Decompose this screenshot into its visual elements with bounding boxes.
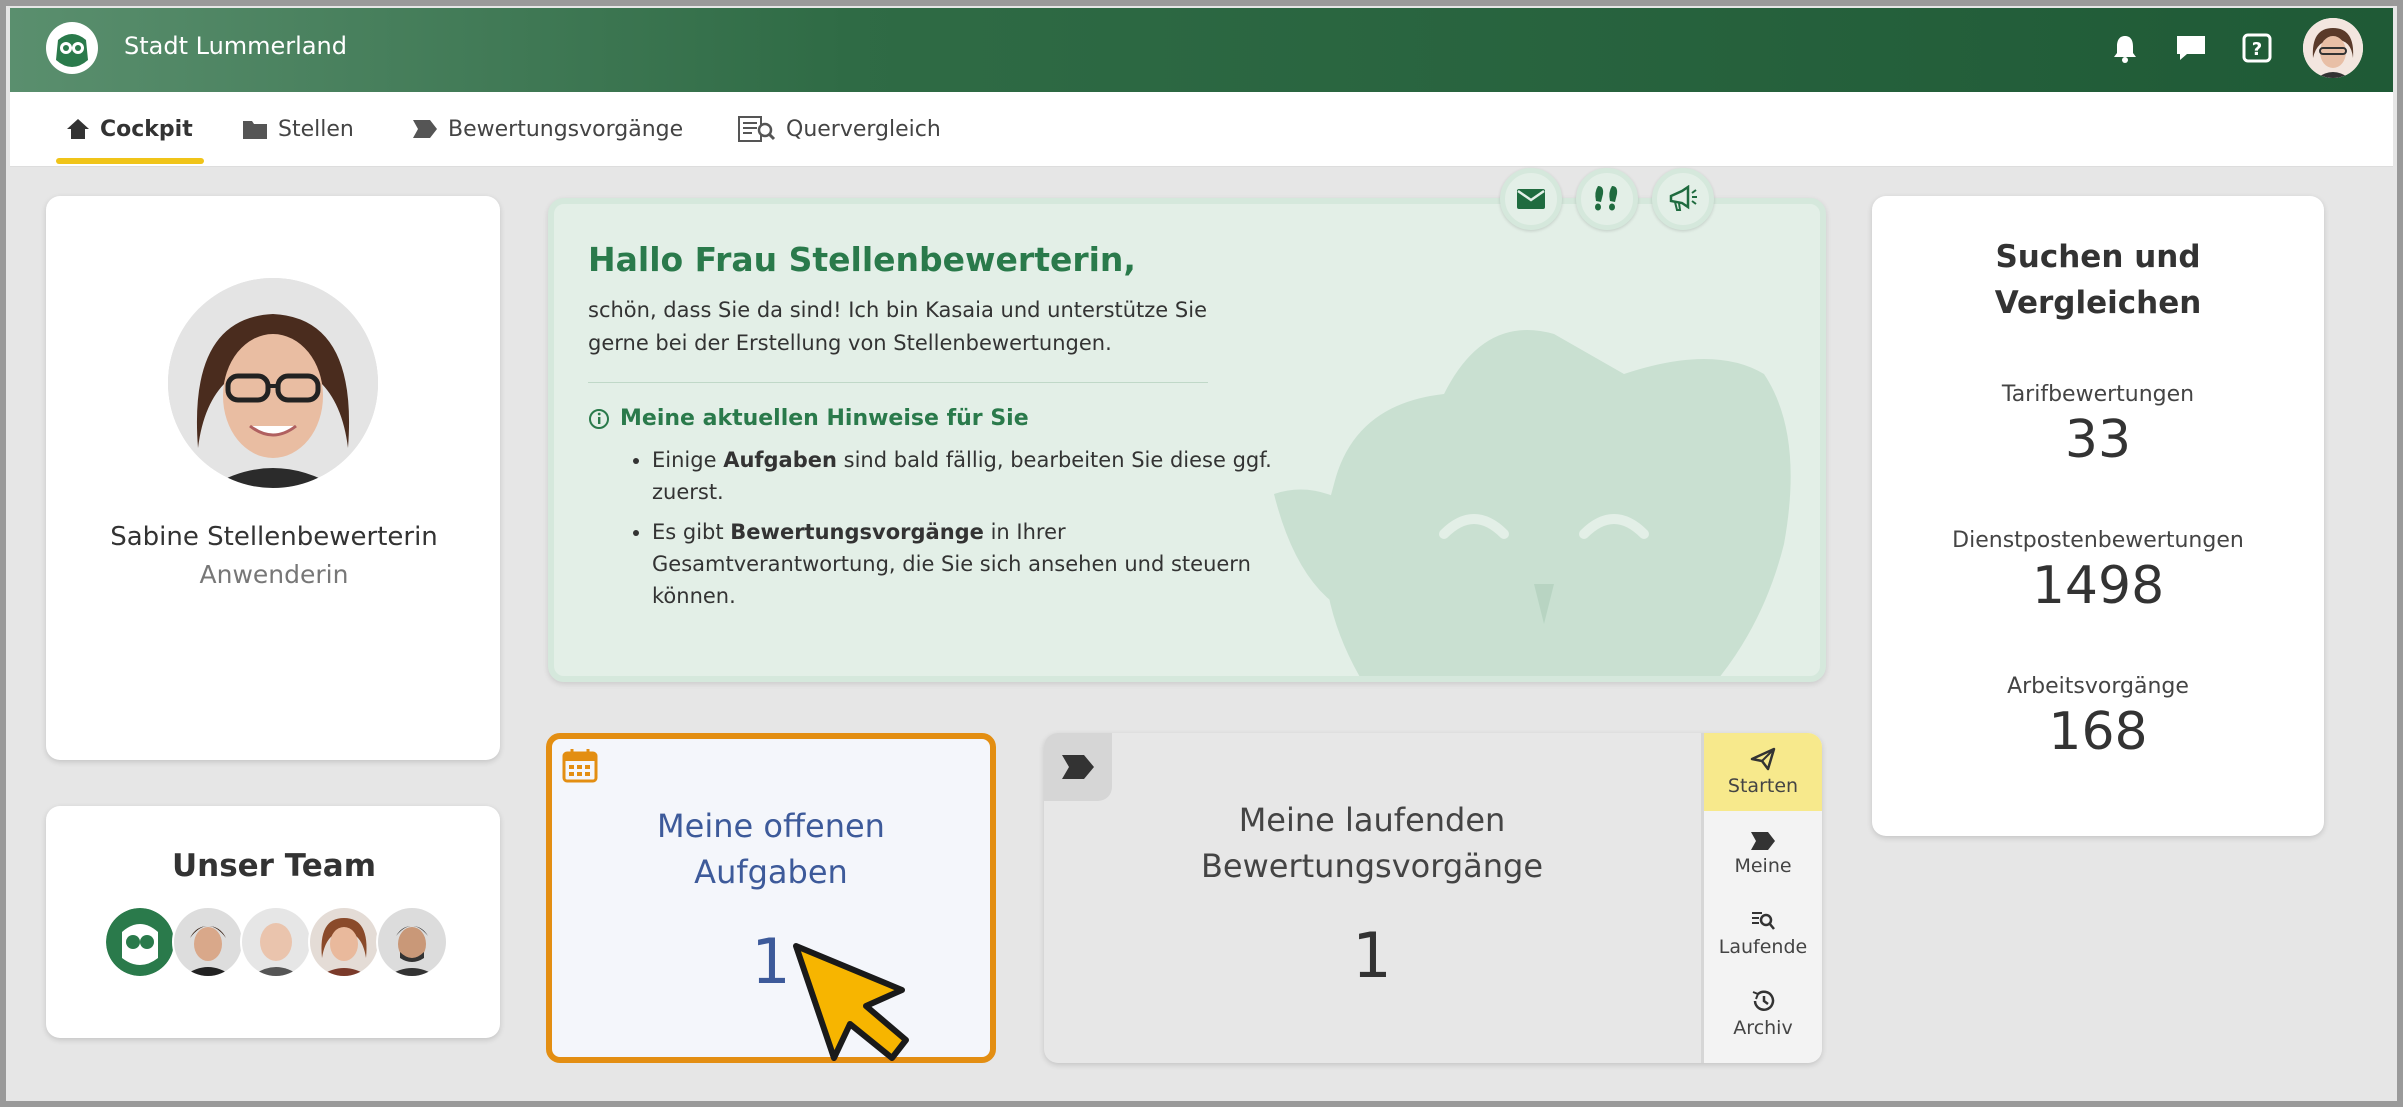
tab-stellen[interactable]: Stellen (242, 114, 354, 144)
open-tasks-card[interactable]: Meine offenen Aufgaben 1 (546, 733, 996, 1063)
profile-name: Sabine Stellenbewerterin (110, 522, 438, 552)
folder-icon (243, 121, 267, 139)
mine-button[interactable]: Meine (1704, 815, 1822, 893)
tab-label: Cockpit (100, 116, 193, 142)
bell-icon[interactable] (2105, 28, 2145, 68)
profile-role: Anwenderin (199, 560, 349, 589)
tasks-title-line: Aufgaben (694, 853, 848, 891)
stat-value[interactable]: 168 (1872, 702, 2324, 762)
profile-photo (168, 278, 378, 488)
mail-button[interactable] (1500, 168, 1562, 230)
tasks-title-line: Meine offenen (657, 807, 885, 845)
tab-label: Stellen (278, 116, 354, 142)
active-tab-indicator (56, 158, 204, 164)
team-card: Unser Team (46, 806, 500, 1038)
mouse-cursor-icon (793, 943, 909, 1061)
send-icon (1750, 747, 1776, 771)
team-avatar-owl[interactable] (104, 906, 176, 978)
team-avatar[interactable] (308, 906, 380, 978)
hints-list: Einige Aufgaben sind bald fällig, bearbe… (588, 444, 1292, 620)
menu-label: Laufende (1718, 936, 1808, 958)
hint-text: Einige (652, 448, 724, 472)
tag-icon (413, 120, 437, 138)
tab-bar: Cockpit Stellen Bewertungsvorgänge Querv… (10, 92, 2393, 167)
hints-title: Meine aktuellen Hinweise für Sie (620, 406, 1029, 431)
envelope-icon (1517, 189, 1545, 209)
tab-bewertungsvorgaenge[interactable]: Bewertungsvorgänge (412, 114, 683, 144)
tab-quervergleich[interactable]: Quervergleich (738, 114, 941, 144)
tasks-count: 1 (751, 925, 791, 998)
top-bar: Stadt Lummerland ? (10, 8, 2393, 92)
menu-label: Starten (1727, 775, 1799, 797)
house-icon (67, 119, 89, 139)
running-evaluations-card[interactable]: Meine laufenden Bewertungsvorgänge 1 Sta… (1044, 733, 1822, 1063)
top-icons: ? (2105, 18, 2363, 78)
menu-label: Meine (1734, 855, 1792, 877)
team-avatar[interactable] (376, 906, 448, 978)
history-icon (1752, 990, 1775, 1011)
stat-label: Tarifbewertungen (2001, 382, 2195, 407)
hint-text: Es gibt (652, 520, 731, 544)
owl-logo-icon[interactable] (44, 20, 100, 76)
app-title: Stadt Lummerland (124, 32, 347, 60)
hint-link[interactable]: Bewertungsvorgänge (730, 520, 984, 544)
stats-title-line: Suchen und (1995, 239, 2201, 275)
hints-heading: Meine aktuellen Hinweise für Sie (588, 406, 1029, 431)
compare-icon (738, 116, 776, 142)
tag-icon (1751, 832, 1775, 850)
menu-label: Archiv (1733, 1017, 1793, 1039)
hint-link[interactable]: Aufgaben (723, 448, 837, 472)
divider (588, 382, 1208, 383)
stats-title-line: Vergleichen (1994, 285, 2202, 321)
stat-value[interactable]: 33 (1872, 410, 2324, 470)
hint-item: Einige Aufgaben sind bald fällig, bearbe… (652, 444, 1292, 508)
user-avatar[interactable] (2303, 18, 2363, 78)
svg-text:?: ? (2252, 39, 2262, 60)
team-avatar[interactable] (172, 906, 244, 978)
tab-label: Quervergleich (786, 116, 941, 142)
chat-icon[interactable] (2171, 28, 2211, 68)
info-icon (589, 408, 609, 429)
steps-button[interactable] (1576, 168, 1638, 230)
calendar-icon (562, 747, 598, 787)
announcement-button[interactable] (1652, 168, 1714, 230)
tab-label: Bewertungsvorgänge (448, 116, 684, 142)
welcome-card: Hallo Frau Stellenbewerterin, schön, das… (548, 198, 1826, 682)
start-button[interactable]: Starten (1704, 733, 1822, 811)
archive-button[interactable]: Archiv (1704, 975, 1822, 1053)
team-members (104, 906, 448, 978)
welcome-text: schön, dass Sie da sind! Ich bin Kasaia … (588, 298, 1207, 355)
team-avatar[interactable] (240, 906, 312, 978)
stat-label: Dienstpostenbewertungen (1952, 528, 2244, 553)
running-title-line: Meine laufenden (1238, 801, 1506, 839)
tasks-title: Meine offenen Aufgaben (552, 803, 990, 895)
tab-cockpit[interactable]: Cockpit (66, 114, 193, 144)
footprints-icon (1595, 186, 1618, 211)
megaphone-icon (1669, 185, 1697, 211)
running-title: Meine laufenden Bewertungsvorgänge (1044, 797, 1700, 889)
stat-label: Arbeitsvorgänge (2007, 674, 2189, 699)
profile-card: Sabine Stellenbewerterin Anwenderin (46, 196, 500, 760)
hint-item: Es gibt Bewertungsvorgänge in Ihrer Gesa… (652, 516, 1292, 612)
help-icon[interactable]: ? (2237, 28, 2277, 68)
running-count: 1 (1352, 919, 1392, 992)
team-title: Unser Team (171, 848, 377, 884)
welcome-actions (1500, 168, 1714, 230)
welcome-title: Hallo Frau Stellenbewerterin, (588, 240, 1136, 279)
owl-illustration (1274, 330, 1791, 676)
stats-title: Suchen und Vergleichen (1872, 234, 2324, 326)
running-side-menu: Starten Meine Laufende Archiv (1701, 733, 1822, 1063)
running-button[interactable]: Laufende (1704, 895, 1822, 973)
tag-icon (1044, 733, 1112, 801)
stat-value[interactable]: 1498 (1872, 556, 2324, 616)
search-compare-card: Suchen und Vergleichen Tarifbewertungen … (1872, 196, 2324, 836)
list-search-icon (1752, 912, 1775, 930)
running-title-line: Bewertungsvorgänge (1200, 847, 1544, 885)
